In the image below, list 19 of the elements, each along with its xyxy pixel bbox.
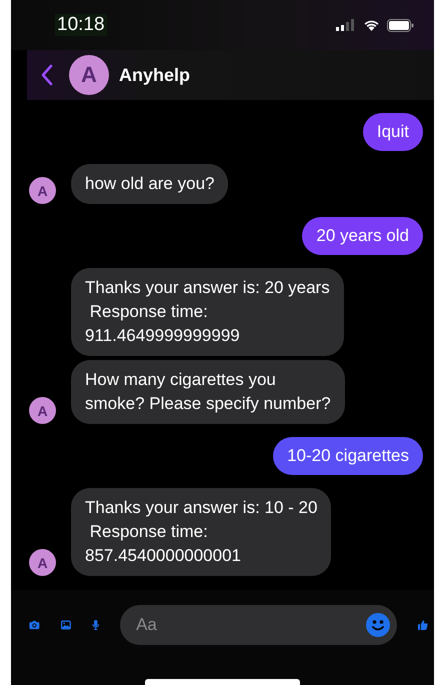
bot-avatar: A bbox=[29, 177, 56, 204]
signal-icon bbox=[336, 19, 356, 31]
battery-icon bbox=[387, 18, 414, 32]
status-time: 10:18 bbox=[55, 14, 107, 36]
contact-name[interactable]: Anyhelp bbox=[119, 64, 190, 86]
back-icon[interactable] bbox=[41, 64, 53, 86]
wifi-icon bbox=[363, 19, 380, 31]
sent-message: Iquit bbox=[362, 113, 423, 151]
bot-avatar: A bbox=[29, 549, 56, 576]
received-message: how old are you? bbox=[71, 164, 228, 204]
bot-avatar: A bbox=[29, 397, 56, 424]
received-message: How many cigarettes you smoke? Please specify number? bbox=[71, 360, 345, 424]
sent-message: 10-20 cigarettes bbox=[273, 437, 423, 475]
message-input[interactable]: Aa bbox=[120, 605, 398, 645]
sent-message: 20 years old bbox=[302, 217, 423, 255]
emoji-icon[interactable] bbox=[366, 613, 390, 637]
contact-avatar[interactable]: A bbox=[69, 55, 109, 95]
received-message: Thanks your answer is: 20 years Response time: 911.4649999999999 bbox=[71, 268, 344, 356]
received-message: Thanks your answer is: 10 - 20 Response time: 857.4540000000001 bbox=[71, 488, 332, 576]
